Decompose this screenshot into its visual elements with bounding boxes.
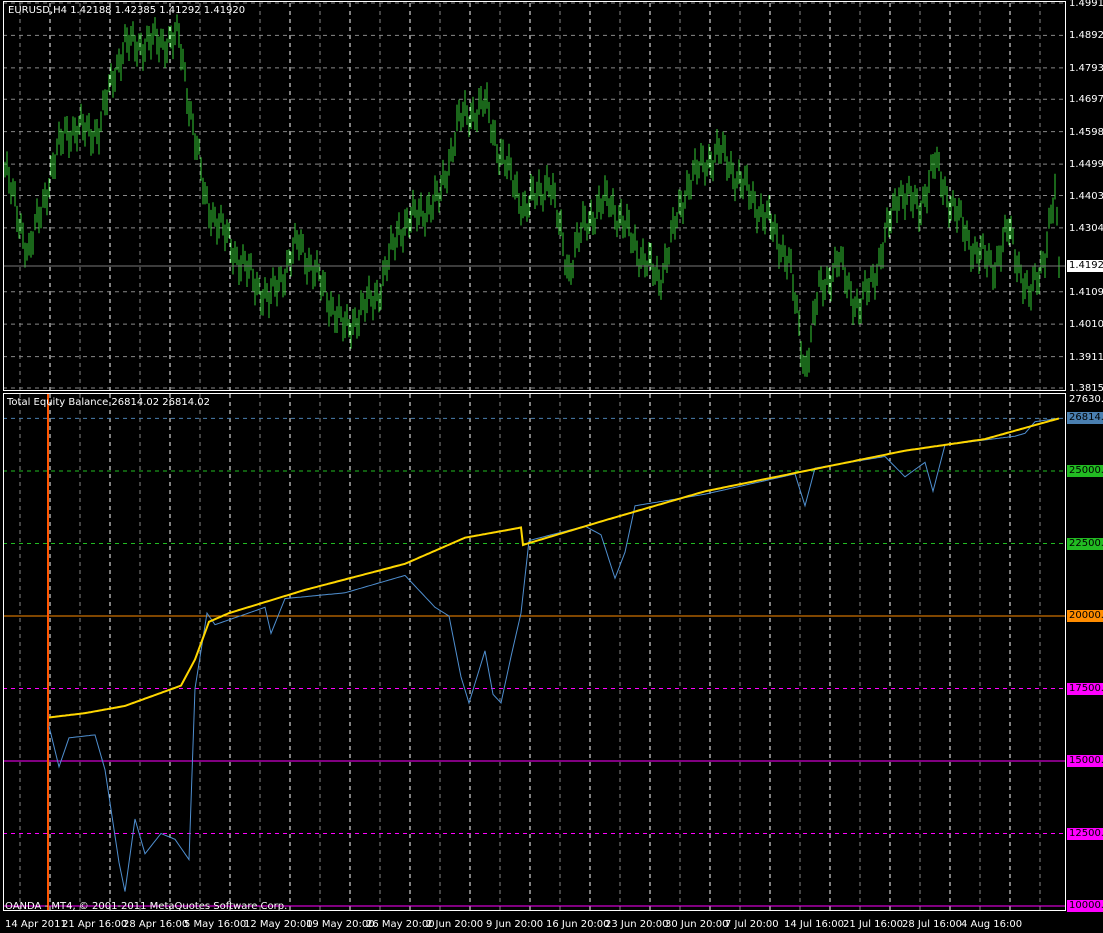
time-tick: 4 Aug 16:00 bbox=[961, 919, 1023, 930]
price-tick: 1.39110 bbox=[1069, 351, 1103, 363]
time-tick: 26 May 20:00 bbox=[366, 919, 435, 930]
price-tick: 1.43040 bbox=[1069, 222, 1103, 234]
time-tick: 2 Jun 20:00 bbox=[426, 919, 484, 930]
price-tick: 1.44990 bbox=[1069, 159, 1103, 171]
balance-line bbox=[48, 417, 1060, 719]
equity-axis-top: 27630.1 bbox=[1069, 394, 1103, 405]
current-price-tag: 1.41920 bbox=[1067, 260, 1103, 272]
time-tick: 28 Apr 16:00 bbox=[123, 919, 189, 930]
level-tag: 26814.0 bbox=[1067, 412, 1103, 425]
price-tick: 1.40100 bbox=[1069, 319, 1103, 331]
time-tick: 21 Jul 16:00 bbox=[843, 919, 903, 930]
equity-header: Total Equity Balance 26814.02 26814.02 bbox=[7, 397, 211, 408]
price-header: EURUSD,H4 1.42188 1.42385 1.41292 1.4192… bbox=[8, 5, 246, 16]
time-tick: 30 Jun 20:00 bbox=[665, 919, 729, 930]
time-tick: 14 Jul 16:00 bbox=[784, 919, 844, 930]
level-tag: 17500.0 bbox=[1067, 682, 1103, 695]
time-tick: 16 Jun 20:00 bbox=[546, 919, 610, 930]
level-tag: 22500.0 bbox=[1067, 537, 1103, 550]
time-tick: 5 May 16:00 bbox=[184, 919, 247, 930]
price-tick: 1.48920 bbox=[1069, 30, 1103, 42]
price-tick: 1.41090 bbox=[1069, 286, 1103, 298]
price-tick: 1.44030 bbox=[1069, 190, 1103, 202]
time-tick: 14 Apr 2011 bbox=[5, 919, 67, 930]
grid bbox=[3, 2, 1065, 910]
level-tag: 15000.0 bbox=[1067, 755, 1103, 767]
time-tick: 19 May 20:00 bbox=[306, 919, 375, 930]
price-tick: 1.45980 bbox=[1069, 126, 1103, 138]
time-tick: 7 Jul 20:00 bbox=[725, 919, 779, 930]
level-tag: 10000.0 bbox=[1067, 900, 1103, 912]
price-tick: 1.46970 bbox=[1069, 94, 1103, 106]
time-tick: 21 Apr 16:00 bbox=[62, 919, 128, 930]
copyright: OANDA - MT4, © 2001-2011 MetaQuotes Soft… bbox=[5, 901, 288, 912]
chart-canvas[interactable] bbox=[0, 0, 1103, 933]
time-tick: 28 Jul 16:00 bbox=[902, 919, 962, 930]
level-tag: 25000.0 bbox=[1067, 465, 1103, 477]
price-tick: 1.47930 bbox=[1069, 62, 1103, 74]
level-tag: 20000.0 bbox=[1067, 610, 1103, 622]
level-tag: 12500.0 bbox=[1067, 827, 1103, 840]
time-tick: 12 May 20:00 bbox=[244, 919, 313, 930]
time-tick: 23 Jun 20:00 bbox=[605, 919, 669, 930]
price-tick: 1.49910 bbox=[1069, 0, 1103, 9]
level-lines bbox=[3, 417, 1065, 907]
price-tick: 1.38150 bbox=[1069, 383, 1103, 394]
time-tick: 9 Jun 20:00 bbox=[486, 919, 544, 930]
